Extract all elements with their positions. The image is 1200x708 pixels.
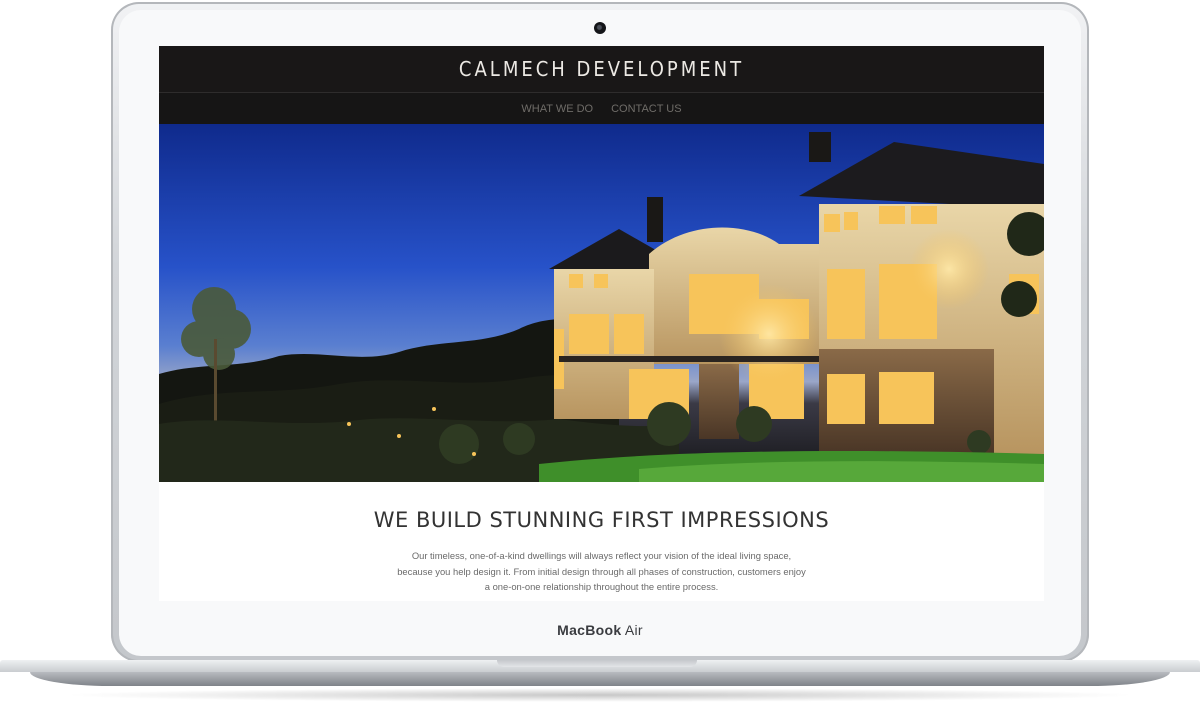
hero-image xyxy=(159,124,1044,482)
intro-paragraph: Our timeless, one-of-a-kind dwellings wi… xyxy=(397,550,806,592)
intro-section: WE BUILD STUNNING FIRST IMPRESSIONS Our … xyxy=(159,508,1044,595)
laptop-notch xyxy=(497,660,697,667)
brand-light: Air xyxy=(624,622,643,638)
page-headline: WE BUILD STUNNING FIRST IMPRESSIONS xyxy=(373,508,830,532)
nav-contact-us[interactable]: CONTACT US xyxy=(611,103,682,115)
device-brand-label: MacBook Air xyxy=(0,622,1200,638)
laptop-shadow xyxy=(60,688,1140,702)
camera-icon xyxy=(594,22,606,34)
laptop-screen: CALMECH DEVELOPMENT WHAT WE DO CONTACT U… xyxy=(159,46,1044,601)
site-title[interactable]: CALMECH DEVELOPMENT xyxy=(459,57,744,81)
brand-bold: MacBook xyxy=(557,622,622,638)
laptop-lip xyxy=(30,672,1170,686)
main-nav: WHAT WE DO CONTACT US xyxy=(159,93,1044,124)
site-header: CALMECH DEVELOPMENT xyxy=(159,46,1044,93)
nav-what-we-do[interactable]: WHAT WE DO xyxy=(521,103,593,115)
laptop-base xyxy=(0,660,1200,690)
house-night-photo xyxy=(159,132,1044,482)
